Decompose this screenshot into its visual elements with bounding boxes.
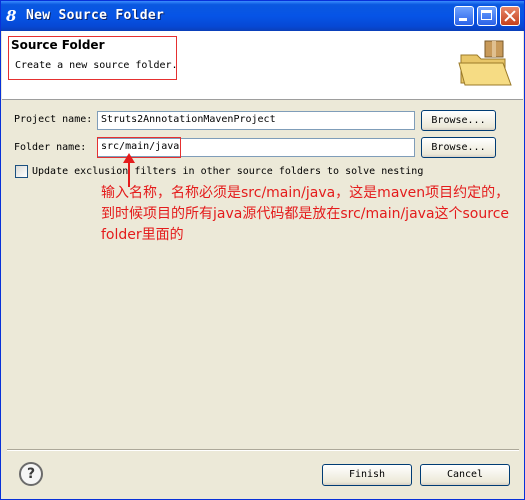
finish-button[interactable]: Finish [322, 464, 412, 486]
project-name-label: Project name: [14, 114, 93, 125]
help-icon[interactable]: ? [19, 462, 43, 486]
project-browse-button[interactable]: Browse... [421, 110, 496, 131]
title-bar[interactable]: 8 New Source Folder [1, 1, 524, 31]
folder-name-highlight [97, 137, 181, 158]
app-icon: 8 [6, 7, 17, 25]
minimize-icon[interactable] [454, 6, 474, 26]
close-icon[interactable] [500, 6, 520, 26]
page-description: Create a new source folder. [15, 60, 178, 71]
wizard-header: Source Folder Create a new source folder… [2, 31, 523, 100]
folder-name-label: Folder name: [14, 142, 87, 153]
page-title: Source Folder [11, 38, 105, 52]
cancel-button[interactable]: Cancel [420, 464, 510, 486]
folder-browse-button[interactable]: Browse... [421, 137, 496, 158]
update-exclusion-label[interactable]: Update exclusion filters in other source… [32, 166, 423, 177]
update-exclusion-checkbox[interactable] [15, 165, 28, 178]
maximize-icon[interactable] [477, 6, 497, 26]
footer-divider [7, 449, 519, 451]
folder-icon [458, 40, 512, 86]
window-title: New Source Folder [26, 8, 165, 23]
arrow-up-icon [123, 153, 135, 187]
project-name-field[interactable]: Struts2AnnotationMavenProject [97, 111, 415, 130]
new-source-folder-dialog: 8 New Source Folder Source Folder Create… [0, 0, 525, 500]
annotation-note: 输入名称，名称必须是src/main/java，这是maven项目约定的，到时候… [101, 185, 510, 243]
